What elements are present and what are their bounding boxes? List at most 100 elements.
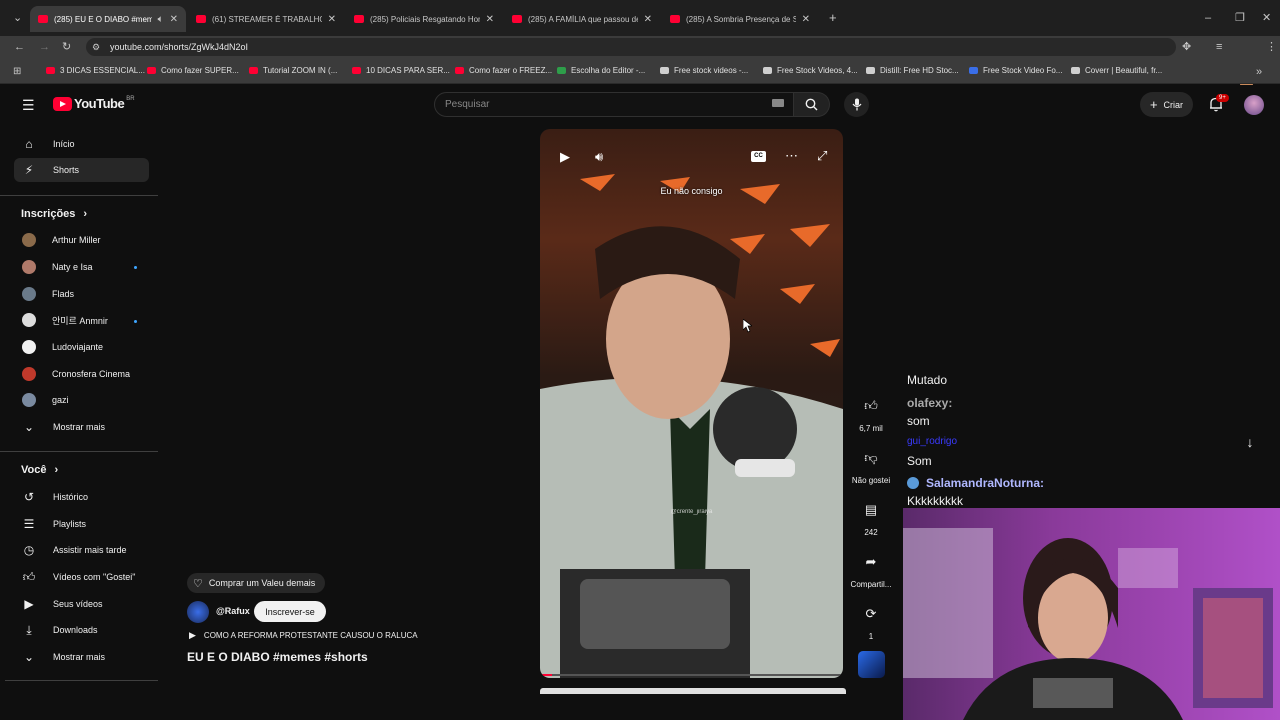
- back-icon[interactable]: ←: [14, 41, 25, 53]
- close-tab-icon[interactable]: ✕: [486, 14, 494, 25]
- thumbs-up-icon: 👍︎: [864, 398, 878, 413]
- bookmark-item[interactable]: Tutorial ZOOM IN (...: [249, 66, 337, 75]
- shorts-video-player[interactable]: Eu não consigo @crente_jiraiya ▶ 🔊︎ CC ⋯…: [540, 129, 843, 678]
- audio-thumbnail[interactable]: [858, 651, 885, 678]
- reload-icon[interactable]: ↻: [62, 41, 71, 53]
- youtube-play-logo-icon: [53, 96, 72, 111]
- search-input[interactable]: Pesquisar: [434, 92, 794, 117]
- sidebar-show-more[interactable]: ⌄ Mostrar mais: [14, 645, 149, 669]
- minimize-icon[interactable]: –: [1205, 12, 1211, 24]
- bookmark-item[interactable]: Escolha do Editor -...: [557, 66, 645, 75]
- like-button[interactable]: 👍︎ 6,7 mil: [857, 392, 885, 433]
- youtube-logo[interactable]: YouTube BR: [53, 96, 135, 111]
- more-bookmarks-icon[interactable]: »: [1256, 66, 1262, 78]
- new-tab-icon[interactable]: +: [829, 11, 837, 24]
- browser-tab[interactable]: (285) Policiais Resgatando Hom ✕: [346, 6, 502, 32]
- guide-menu-icon[interactable]: ☰: [22, 97, 35, 114]
- voice-search-button[interactable]: [844, 92, 869, 117]
- sidebar-item-subscription[interactable]: Cronosfera Cinema: [14, 362, 149, 386]
- forward-icon[interactable]: →: [39, 41, 50, 53]
- browser-tab-active[interactable]: (285) EU E O DIABO #meme 🔈︎ ✕: [30, 6, 186, 32]
- play-icon[interactable]: ▶: [560, 149, 570, 165]
- bookmark-item[interactable]: Free Stock Videos, 4...: [763, 66, 858, 75]
- extensions-icon[interactable]: ✥: [1182, 41, 1191, 53]
- keyboard-icon[interactable]: [772, 99, 784, 107]
- thanks-button[interactable]: ♡ Comprar um Valeu demais: [187, 573, 326, 593]
- address-bar[interactable]: ⚙ youtube.com/shorts/ZgWkJ4dN2oI: [86, 38, 1176, 56]
- coverr-favicon-icon: [1071, 67, 1080, 74]
- share-button[interactable]: ➦ Compartil...: [851, 548, 892, 589]
- microphone-icon: [852, 98, 861, 111]
- speaker-icon[interactable]: 🔈︎: [158, 14, 164, 25]
- sidebar-item-history[interactable]: ↺ Histórico: [14, 485, 149, 509]
- comments-button[interactable]: ▤ 242: [857, 496, 885, 537]
- webcam-image: [903, 528, 1273, 720]
- sidebar-item-your-videos[interactable]: ▶︎ Seus vídeos: [14, 592, 149, 616]
- remix-button[interactable]: ⟳ 1: [857, 600, 885, 641]
- bookmark-item[interactable]: Como fazer SUPER...: [147, 66, 239, 75]
- video-watermark: @crente_jiraiya: [670, 509, 713, 515]
- bookmark-item[interactable]: Coverr | Beautiful, fr...: [1071, 66, 1162, 75]
- close-tab-icon[interactable]: ✕: [170, 14, 178, 25]
- sidebar-item-subscription[interactable]: Naty e Isa: [14, 255, 149, 279]
- you-heading[interactable]: Você ›: [21, 464, 58, 476]
- site-info-icon[interactable]: ⚙: [92, 41, 100, 53]
- video-caption: Eu não consigo: [660, 186, 723, 196]
- more-options-icon[interactable]: ⋯: [785, 148, 798, 164]
- videvo-favicon-icon: [763, 67, 772, 74]
- browser-menu-icon[interactable]: ⋮: [1266, 41, 1277, 53]
- create-button[interactable]: + Criar: [1140, 92, 1193, 117]
- browser-tab[interactable]: (61) STREAMER É TRABALHO? ✕: [188, 6, 344, 32]
- channel-avatar[interactable]: [187, 601, 209, 623]
- browser-tab[interactable]: (285) A FAMÍLIA que passou de ✕: [504, 6, 660, 32]
- sidebar-item-shorts[interactable]: ⚡︎ Shorts: [14, 158, 149, 182]
- search-button[interactable]: [794, 92, 830, 117]
- sidebar-item-downloads[interactable]: ⤓ Downloads: [14, 618, 149, 642]
- scroll-down-icon[interactable]: ↓: [1238, 430, 1262, 454]
- bookmark-item[interactable]: Como fazer o FREEZ...: [455, 66, 552, 75]
- sidebar-item-watch-later[interactable]: ◷ Assistir mais tarde: [14, 538, 149, 562]
- apps-grid-icon[interactable]: ⊞: [13, 66, 21, 78]
- sidebar-item-subscription[interactable]: Flads: [14, 282, 149, 306]
- sidebar-item-liked[interactable]: 👍︎ Vídeos com "Gostei": [14, 565, 149, 589]
- sidebar-item-subscription[interactable]: Ludoviajante: [14, 335, 149, 359]
- close-tab-icon[interactable]: ✕: [802, 14, 810, 25]
- close-window-icon[interactable]: ✕: [1262, 12, 1271, 24]
- fullscreen-icon[interactable]: ⤢: [817, 148, 827, 164]
- chevron-down-icon: ⌄: [23, 420, 35, 434]
- captions-icon[interactable]: CC: [751, 151, 766, 162]
- sidebar-divider: [0, 451, 158, 452]
- browser-tab[interactable]: (285) A Sombria Presença de Sa ✕: [662, 6, 818, 32]
- restore-icon[interactable]: ❐: [1235, 12, 1245, 24]
- related-video-link[interactable]: ▶ COMO A REFORMA PROTESTANTE CAUSOU O RAL…: [189, 630, 418, 641]
- bookmark-item[interactable]: 10 DICAS PARA SER...: [352, 66, 450, 75]
- subscriptions-heading[interactable]: Inscrições ›: [21, 208, 87, 220]
- close-tab-icon[interactable]: ✕: [328, 14, 336, 25]
- notifications-button[interactable]: 9+: [1209, 94, 1229, 117]
- dislike-button[interactable]: 👎︎ Não gostei: [852, 444, 890, 485]
- progress-bar[interactable]: [540, 674, 843, 676]
- sidebar-item-playlists[interactable]: ☰ Playlists: [14, 512, 149, 536]
- account-avatar[interactable]: [1244, 95, 1264, 115]
- sidebar-item-subscription[interactable]: 안미르 Anmnir: [14, 308, 149, 332]
- bookmark-item[interactable]: Free stock videos -...: [660, 66, 748, 75]
- media-controls-icon[interactable]: ≡: [1216, 41, 1222, 53]
- bookmark-item[interactable]: Free Stock Video Fo...: [969, 66, 1062, 75]
- subscribe-button[interactable]: Inscrever-se: [254, 601, 326, 622]
- next-short-preview[interactable]: [540, 688, 846, 694]
- bookmark-item[interactable]: 3 DICAS ESSENCIAL...: [46, 66, 145, 75]
- channel-avatar: [22, 233, 36, 247]
- sidebar-item-subscription[interactable]: Arthur Miller: [14, 228, 149, 252]
- sidebar-item-subscription[interactable]: gazi: [14, 388, 149, 412]
- tab-search-icon[interactable]: ⌄: [13, 12, 22, 24]
- volume-icon[interactable]: 🔊︎: [595, 149, 603, 165]
- channel-name[interactable]: @Rafux: [216, 606, 250, 616]
- sidebar-item-home[interactable]: ⌂ Início: [14, 132, 149, 156]
- play-small-icon: ▶: [189, 630, 196, 640]
- channel-avatar: [22, 393, 36, 407]
- sidebar-show-more[interactable]: ⌄ Mostrar mais: [14, 415, 149, 439]
- close-tab-icon[interactable]: ✕: [644, 14, 652, 25]
- stock-favicon-icon: [969, 67, 978, 74]
- distill-favicon-icon: [866, 67, 875, 74]
- bookmark-item[interactable]: Distill: Free HD Stoc...: [866, 66, 959, 75]
